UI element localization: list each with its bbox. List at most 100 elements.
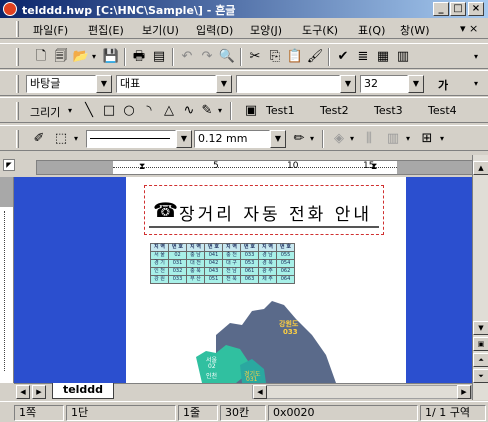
test4-button[interactable]: Test4 — [428, 104, 457, 117]
app-icon[interactable] — [3, 2, 17, 16]
tab-next-icon[interactable]: ▶ — [32, 385, 46, 399]
select-object-icon[interactable]: ⬚ — [52, 130, 70, 148]
document-page[interactable]: ☎ 장거리 자동 전화 안내 지 역 번 호 지 역 번 호 지 역 번 호 지… — [126, 177, 406, 383]
minimize-button[interactable]: _ — [433, 2, 449, 16]
test2-button[interactable]: Test2 — [320, 104, 349, 117]
menu-file[interactable]: 파일(F) — [33, 22, 68, 38]
horizontal-scrollbar[interactable]: ◀ ▶ — [252, 385, 472, 399]
maximize-button[interactable]: □ — [450, 2, 466, 16]
style-select[interactable]: 바탕글 — [26, 75, 96, 93]
line-width-select[interactable]: 0.12 mm — [194, 130, 270, 148]
line-style-select[interactable] — [86, 130, 176, 148]
bold-label[interactable]: 가 — [438, 77, 448, 93]
scroll-up-icon[interactable]: ▲ — [473, 161, 488, 175]
toolbar-grip[interactable] — [16, 102, 19, 120]
prev-page-icon[interactable]: ⏶ — [473, 353, 488, 367]
scroll-left-icon[interactable]: ◀ — [253, 385, 267, 399]
scroll-down-icon[interactable]: ▼ — [473, 321, 488, 335]
scroll-right-icon[interactable]: ▶ — [457, 385, 471, 399]
save-icon[interactable]: 💾 — [102, 48, 120, 66]
test3-button[interactable]: Test3 — [374, 104, 403, 117]
tab-prev-icon[interactable]: ◀ — [16, 385, 30, 399]
horizontal-ruler[interactable]: 5 10 15 ⧗ ⧗ — [36, 160, 476, 175]
vertical-ruler[interactable] — [0, 177, 14, 383]
menu-format[interactable]: 모양(J) — [250, 22, 282, 38]
distribute-dropdown-icon[interactable]: ▾ — [404, 130, 412, 148]
fill-color-icon[interactable]: ◈ — [330, 130, 348, 148]
close-button[interactable]: × — [468, 2, 484, 16]
font-size-select[interactable]: 32 — [360, 75, 408, 93]
macro-icon[interactable]: ▣ — [242, 102, 260, 120]
toolbar-overflow-icon[interactable]: ▾ — [470, 48, 482, 66]
font-name-dropdown-icon[interactable]: ▼ — [340, 75, 356, 93]
menu-window[interactable]: 창(W) — [400, 22, 430, 38]
new-document-icon[interactable]: 🗋 — [32, 48, 50, 66]
chart-icon[interactable]: ▦ — [374, 48, 392, 66]
toolbar-grip[interactable] — [16, 130, 19, 148]
line-style-dropdown-icon[interactable]: ▼ — [176, 130, 192, 148]
menu-edit[interactable]: 편집(E) — [88, 22, 124, 38]
select-dropdown-icon[interactable]: ▾ — [72, 130, 80, 148]
print-icon[interactable]: 🖶 — [130, 48, 148, 66]
preview-icon[interactable]: ▤ — [150, 48, 168, 66]
line-tool-icon[interactable]: ╲ — [80, 102, 98, 120]
line-color-dropdown-icon[interactable]: ▾ — [308, 130, 316, 148]
toolbar-grip[interactable] — [16, 75, 19, 93]
ellipse-tool-icon[interactable]: ○ — [120, 102, 138, 120]
seoul-gyeonggi-region[interactable] — [196, 345, 248, 383]
toolbar-overflow-icon[interactable]: ▾ — [470, 75, 482, 93]
fill-dropdown-icon[interactable]: ▾ — [348, 130, 356, 148]
cut-icon[interactable]: ✂ — [246, 48, 264, 66]
spellcheck-icon[interactable]: ✔ — [334, 48, 352, 66]
line-width-dropdown-icon[interactable]: ▼ — [270, 130, 286, 148]
grid-dropdown-icon[interactable]: ▾ — [438, 130, 446, 148]
open-dropdown-icon[interactable]: ▾ — [90, 48, 98, 66]
grid-icon[interactable]: ⊞ — [418, 130, 436, 148]
align-objects-icon[interactable]: ⫼ — [360, 130, 378, 148]
page-view-icon[interactable]: ▣ — [473, 337, 488, 351]
font-dropdown-icon[interactable]: ▼ — [216, 75, 232, 93]
vertical-scrollbar[interactable]: ▲ ▼ ▣ ⏶ ⏷ — [472, 155, 488, 400]
open-folder-icon[interactable]: 📂 — [72, 48, 90, 66]
menu-table[interactable]: 표(Q) — [358, 22, 385, 38]
tab-telddd[interactable]: telddd — [52, 383, 114, 399]
line-color-icon[interactable]: ✏ — [290, 130, 308, 148]
curve-tool-icon[interactable]: ∿ — [180, 102, 198, 120]
ruler-corner-icon[interactable]: ◤ — [3, 159, 15, 171]
indent-marker-icon[interactable]: ⧗ — [139, 162, 145, 172]
edit-shape-icon[interactable]: ✐ — [30, 130, 48, 148]
align-icon[interactable]: ≣ — [354, 48, 372, 66]
template-icon[interactable]: 🗐 — [52, 48, 70, 66]
menu-overflow[interactable]: ▾ × — [460, 22, 478, 35]
distribute-icon[interactable]: ▥ — [384, 130, 402, 148]
area-code-table[interactable]: 지 역 번 호 지 역 번 호 지 역 번 호 지 역 번 호 서 울 02 충… — [150, 243, 295, 284]
copy-icon[interactable]: ⎘ — [266, 48, 284, 66]
draw-tools-dropdown-icon[interactable]: ▾ — [216, 102, 224, 120]
redo-icon[interactable]: ↷ — [198, 48, 216, 66]
font-size-dropdown-icon[interactable]: ▼ — [408, 75, 424, 93]
font-select[interactable]: 대표 — [116, 75, 216, 93]
menu-tools[interactable]: 도구(K) — [302, 22, 338, 38]
undo-icon[interactable]: ↶ — [178, 48, 196, 66]
format-painter-icon[interactable]: 🖌 — [306, 48, 324, 66]
draw-dropdown-icon[interactable]: ▾ — [66, 102, 74, 120]
font-name-input[interactable] — [236, 75, 340, 93]
right-indent-marker-icon[interactable]: ⧗ — [371, 162, 377, 172]
freehand-tool-icon[interactable]: ✎ — [198, 102, 216, 120]
menu-view[interactable]: 보기(U) — [142, 22, 179, 38]
next-page-icon[interactable]: ⏷ — [473, 369, 488, 383]
rectangle-tool-icon[interactable]: □ — [100, 102, 118, 120]
paste-icon[interactable]: 📋 — [286, 48, 304, 66]
title-text-box[interactable]: ☎ 장거리 자동 전화 안내 — [144, 185, 384, 235]
table-icon[interactable]: ▥ — [394, 48, 412, 66]
menu-insert[interactable]: 입력(D) — [196, 22, 233, 38]
style-dropdown-icon[interactable]: ▼ — [96, 75, 112, 93]
draw-menu-label[interactable]: 그리기 — [30, 104, 60, 120]
polygon-tool-icon[interactable]: △ — [160, 102, 178, 120]
test1-button[interactable]: Test1 — [266, 104, 295, 117]
arc-tool-icon[interactable]: ◝ — [140, 102, 158, 120]
toolbar-grip[interactable] — [16, 48, 19, 66]
find-icon[interactable]: 🔍 — [218, 48, 236, 66]
document-workspace[interactable]: ☎ 장거리 자동 전화 안내 지 역 번 호 지 역 번 호 지 역 번 호 지… — [14, 177, 472, 383]
korea-map[interactable] — [186, 295, 386, 383]
